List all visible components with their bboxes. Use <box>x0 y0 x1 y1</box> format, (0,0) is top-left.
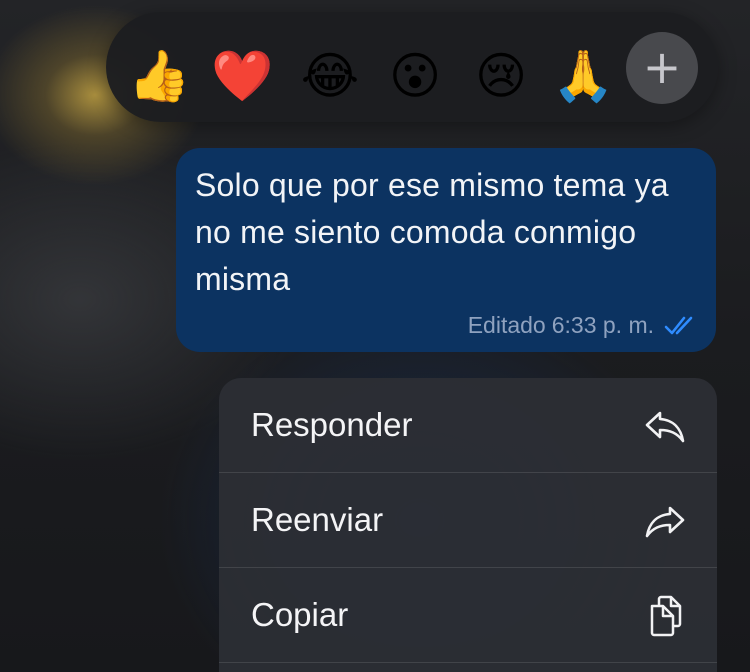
menu-item-copy[interactable]: Copiar <box>219 568 717 662</box>
menu-item-reply[interactable]: Responder <box>219 378 717 472</box>
forward-icon <box>645 506 685 538</box>
menu-item-label: Reenviar <box>251 501 384 538</box>
plus-icon: + <box>642 40 682 94</box>
message-bubble[interactable]: Solo que por ese mismo tema ya no me sie… <box>176 148 716 352</box>
reaction-thumbs-up-icon[interactable]: 👍 <box>128 45 190 107</box>
reply-icon <box>645 411 685 443</box>
menu-divider <box>219 662 717 663</box>
reaction-tears-of-joy-icon[interactable]: 😂 <box>299 45 361 107</box>
reaction-red-heart-icon[interactable]: ❤️ <box>211 45 273 107</box>
menu-item-forward[interactable]: Reenviar <box>219 473 717 567</box>
reaction-crying-face-icon[interactable]: 😢 <box>470 45 532 107</box>
reaction-folded-hands-icon[interactable]: 🙏 <box>552 45 614 107</box>
reaction-open-mouth-icon[interactable]: 😮 <box>384 45 446 107</box>
message-text: Solo que por ese mismo tema ya no me sie… <box>195 167 669 297</box>
copy-icon <box>650 595 682 637</box>
menu-item-label: Responder <box>251 406 413 443</box>
double-check-read-icon <box>664 316 693 335</box>
context-menu: Responder Reenviar Copiar <box>219 378 717 672</box>
edited-label: Editado <box>467 311 546 338</box>
more-reactions-button[interactable]: + <box>626 32 698 104</box>
message-time: 6:33 p. m. <box>551 311 654 338</box>
message-meta: Editado 6:33 p. m. <box>468 312 698 338</box>
menu-item-label: Copiar <box>251 596 349 633</box>
